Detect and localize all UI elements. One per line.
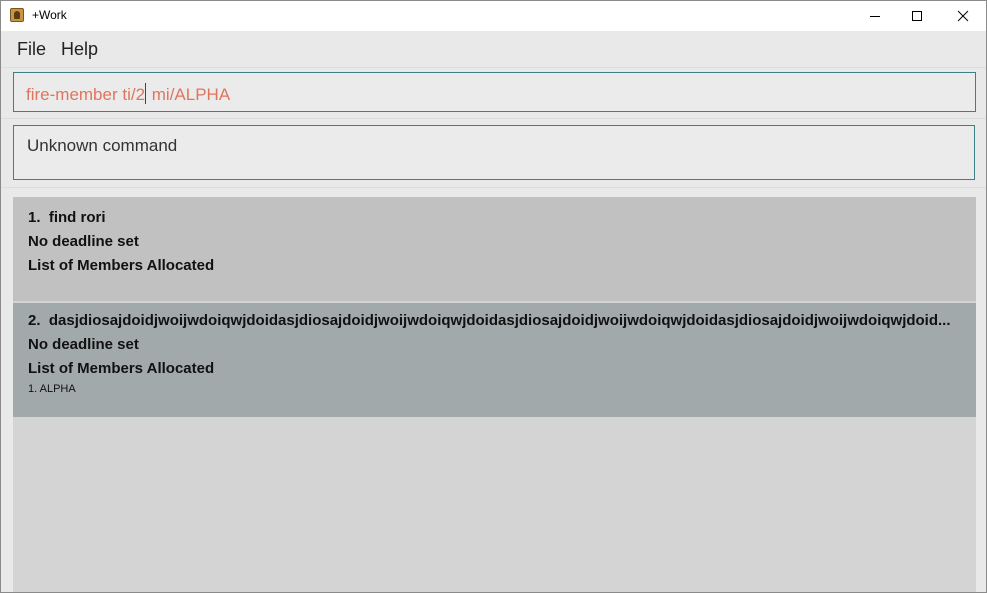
- task-index: 1.: [28, 209, 41, 226]
- command-text-after-caret: mi/ALPHA: [147, 85, 231, 104]
- task-index: 2.: [28, 312, 41, 329]
- task-name: find rori: [48, 209, 106, 226]
- task-title: 2. dasjdiosajdoidjwoijwdoiqwjdoidasjdios…: [28, 312, 968, 329]
- minimize-icon: [870, 16, 880, 17]
- window-title: +Work: [32, 8, 67, 22]
- result-display: Unknown command: [13, 125, 975, 180]
- app-icon: [10, 8, 24, 22]
- task-card[interactable]: 1. find rori No deadline set List of Mem…: [13, 197, 976, 301]
- menu-help[interactable]: Help: [61, 39, 98, 60]
- task-card-selected[interactable]: 2. dasjdiosajdoidjwoijwdoiqwjdoidasjdios…: [13, 303, 976, 417]
- command-divider: [1, 118, 986, 119]
- app-window: +Work File Help fire-member ti/2 mi/ALPH…: [0, 0, 987, 593]
- command-input[interactable]: fire-member ti/2 mi/ALPHA: [13, 72, 976, 112]
- result-message: Unknown command: [27, 136, 178, 155]
- task-members-label: List of Members Allocated: [28, 257, 215, 274]
- task-name: dasjdiosajdoidjwoijwdoiqwjdoidasjdiosajd…: [48, 312, 951, 329]
- command-text-before-caret: fire-member ti/2: [26, 85, 146, 104]
- close-icon: [957, 10, 969, 22]
- minimize-button[interactable]: [852, 1, 898, 31]
- task-members-label: List of Members Allocated: [28, 360, 215, 377]
- task-deadline: No deadline set: [28, 233, 139, 250]
- task-list[interactable]: 1. find rori No deadline set List of Mem…: [13, 197, 976, 592]
- maximize-icon: [912, 11, 922, 21]
- text-caret: [145, 83, 147, 104]
- menu-file[interactable]: File: [17, 39, 46, 60]
- task-title: 1. find rori: [28, 209, 968, 226]
- menu-bar: File Help: [1, 32, 986, 67]
- close-button[interactable]: [940, 1, 986, 31]
- task-member-item: 1. ALPHA: [28, 383, 76, 395]
- title-bar[interactable]: +Work: [1, 1, 986, 31]
- task-deadline: No deadline set: [28, 336, 139, 353]
- maximize-button[interactable]: [894, 1, 940, 31]
- result-divider: [1, 187, 986, 188]
- command-text: fire-member ti/2 mi/ALPHA: [26, 83, 230, 105]
- menu-divider: [1, 67, 986, 68]
